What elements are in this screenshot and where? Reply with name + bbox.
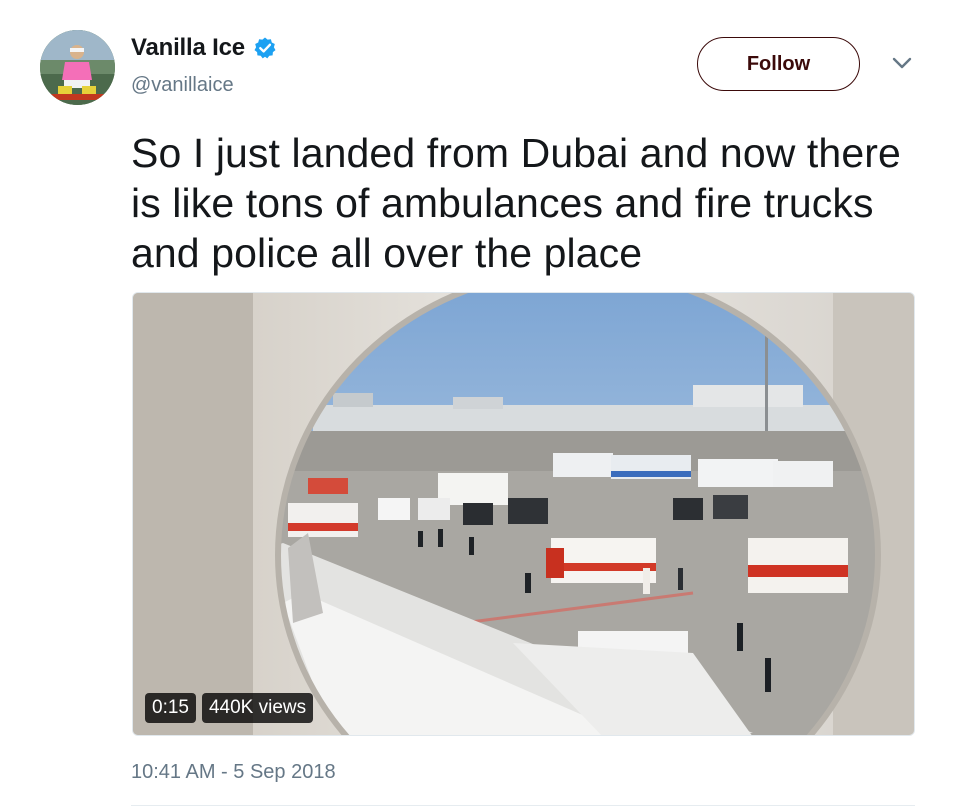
- tweet-card: Vanilla Ice @vanillaice Follow So I just…: [0, 0, 966, 807]
- author-handle[interactable]: @vanillaice: [131, 74, 234, 97]
- tweet-timestamp[interactable]: 10:41 AM - 5 Sep 2018: [131, 761, 336, 784]
- follow-button[interactable]: Follow: [697, 37, 860, 91]
- divider: [131, 805, 915, 806]
- tweet-text: So I just landed from Dubai and now ther…: [131, 130, 901, 276]
- video-player[interactable]: [132, 292, 915, 736]
- display-name[interactable]: Vanilla Ice: [131, 34, 245, 62]
- chevron-down-icon[interactable]: [890, 56, 914, 72]
- video-views-badge: 440K views: [201, 693, 314, 723]
- verified-badge-icon: [253, 36, 277, 60]
- avatar[interactable]: [40, 30, 115, 105]
- video-duration-badge: 0:15: [145, 693, 196, 723]
- author-name-row[interactable]: Vanilla Ice: [131, 34, 277, 62]
- video-badges: 0:15 440K views: [145, 693, 314, 723]
